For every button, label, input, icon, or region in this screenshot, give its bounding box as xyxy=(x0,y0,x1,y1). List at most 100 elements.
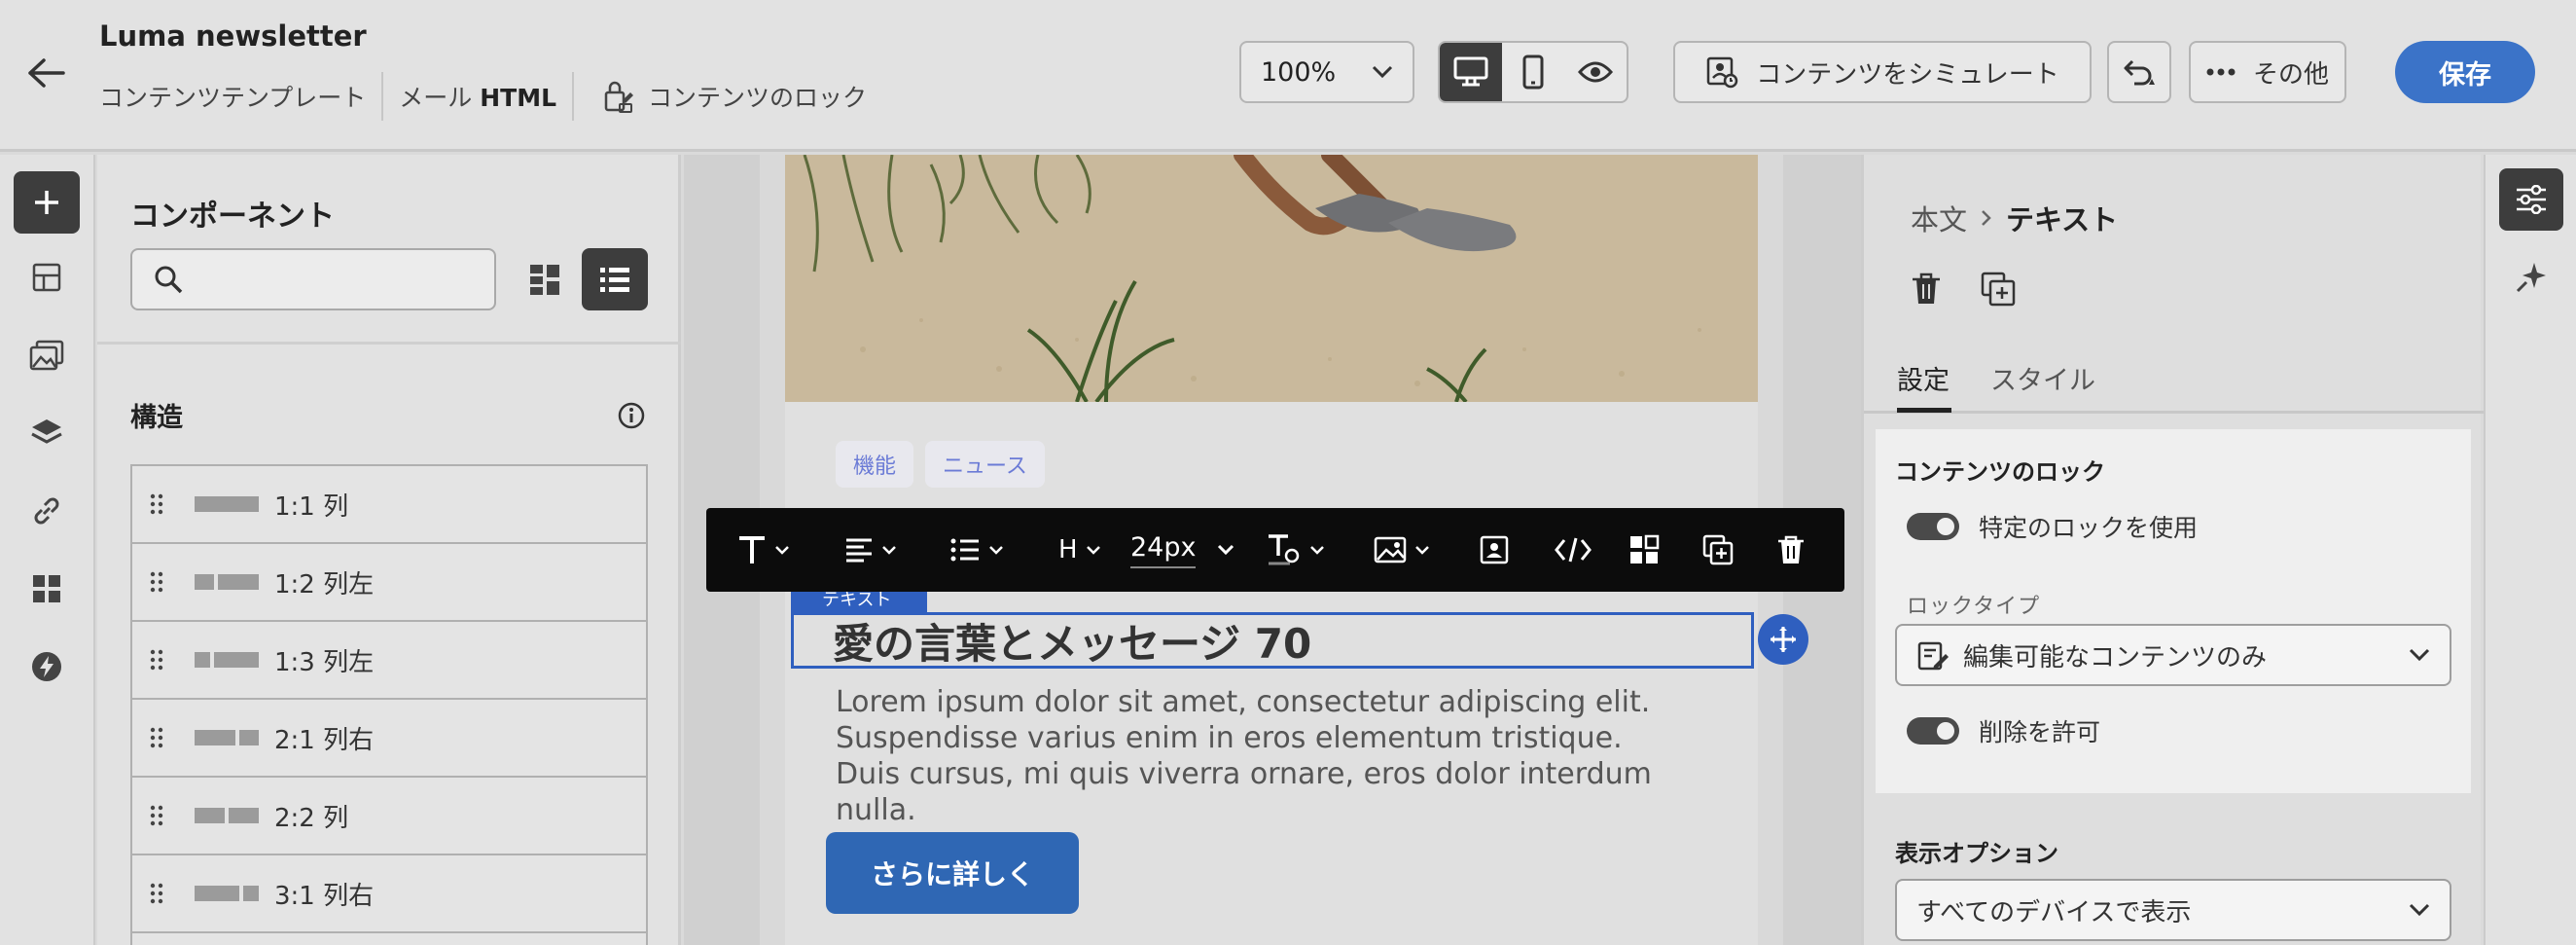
allow-delete-toggle[interactable] xyxy=(1907,717,1959,745)
assets-button[interactable] xyxy=(14,324,80,386)
layout-thumbnail xyxy=(195,574,259,590)
zoom-value: 100% xyxy=(1261,56,1337,88)
simulate-content-button[interactable]: コンテンツをシミュレート xyxy=(1673,41,2092,103)
specific-lock-toggle[interactable] xyxy=(1907,513,1959,540)
zoom-select[interactable]: 100% xyxy=(1239,41,1414,103)
breadcrumb: 本文 テキスト xyxy=(1911,198,2118,238)
tab-settings[interactable]: 設定 xyxy=(1897,359,1950,397)
display-options-value: すべてのデバイスで表示 xyxy=(1916,897,2192,927)
email-body-text[interactable]: Lorem ipsum dolor sit amet, consectetur … xyxy=(836,684,1692,828)
list-view-button[interactable] xyxy=(582,248,648,310)
info-icon[interactable] xyxy=(617,401,646,430)
display-options-select[interactable]: すべてのデバイスで表示 xyxy=(1895,879,2451,941)
mobile-view-button[interactable] xyxy=(1502,43,1564,101)
structure-item-2-1[interactable]: 2:1 列右 xyxy=(132,700,646,778)
desktop-view-button[interactable] xyxy=(1440,43,1502,101)
email-heading[interactable]: 愛の言葉とメッセージ 70 xyxy=(833,611,1311,671)
text-color-dropdown[interactable] xyxy=(1267,508,1325,592)
delete-button[interactable] xyxy=(1776,508,1806,592)
hero-image[interactable] xyxy=(785,155,1758,402)
personalize-button[interactable] xyxy=(1479,508,1510,592)
ai-assistant-button[interactable] xyxy=(2499,246,2563,309)
specific-lock-row: 特定のロックを使用 xyxy=(1907,509,2198,544)
tag-news[interactable]: ニュース xyxy=(925,441,1045,488)
panel-divider xyxy=(97,342,681,345)
fragments-button[interactable] xyxy=(14,246,80,309)
dynamic-content-button[interactable] xyxy=(14,636,80,698)
properties-button[interactable] xyxy=(2499,168,2563,231)
undo-button[interactable] xyxy=(2107,41,2171,103)
structure-item-3-1[interactable]: 3:1 列右 xyxy=(132,855,646,933)
align-dropdown[interactable] xyxy=(844,508,897,592)
align-left-icon xyxy=(844,537,874,563)
display-options-title: 表示オプション xyxy=(1895,840,2058,867)
search-input[interactable] xyxy=(197,266,488,293)
insert-image-dropdown[interactable] xyxy=(1374,508,1430,592)
content-lock-title: コンテンツのロック xyxy=(1895,458,2105,486)
simulate-label: コンテンツをシミュレート xyxy=(1756,59,2059,90)
props-tabs: 設定 スタイル xyxy=(1864,345,2484,414)
move-handle[interactable] xyxy=(1758,614,1808,665)
layers-button[interactable] xyxy=(14,402,80,464)
move-icon xyxy=(1769,625,1798,654)
layout-thumbnail xyxy=(195,652,259,668)
structure-title: 構造 xyxy=(130,403,183,433)
structure-item-1-1[interactable]: 1:1 列 xyxy=(132,466,646,544)
structure-list: 1:1 列 1:2 列左 1:3 列左 2:1 列右 2:2 列 3:1 列右 xyxy=(130,464,648,945)
text-color-icon xyxy=(1267,532,1302,567)
list-view-icon xyxy=(598,265,631,294)
heading-level-dropdown[interactable]: H xyxy=(1058,508,1101,592)
structure-label: 2:2 列 xyxy=(274,803,349,833)
save-button[interactable]: 保存 xyxy=(2395,41,2535,103)
content-lock-link[interactable]: コンテンツのロック xyxy=(603,79,867,114)
back-arrow-icon[interactable] xyxy=(21,51,70,95)
drag-handle-icon xyxy=(150,883,165,904)
component-settings-button[interactable] xyxy=(1628,508,1660,592)
links-button[interactable] xyxy=(14,480,80,542)
chevron-down-icon xyxy=(2409,903,2430,917)
breadcrumb-parent[interactable]: 本文 xyxy=(1911,198,1967,238)
structure-item-partial[interactable] xyxy=(132,933,646,945)
font-size-dropdown[interactable]: 24px xyxy=(1130,508,1234,592)
more-label: その他 xyxy=(2252,59,2329,90)
structure-item-2-2[interactable]: 2:2 列 xyxy=(132,778,646,855)
edit-content-icon xyxy=(1916,638,1950,672)
desktop-icon xyxy=(1453,56,1488,88)
chevron-down-icon xyxy=(1217,544,1234,556)
structure-label: 3:1 列右 xyxy=(274,881,375,911)
structure-item-1-3[interactable]: 1:3 列左 xyxy=(132,622,646,700)
lock-type-label: ロックタイプ xyxy=(1907,595,2041,619)
structure-label: 2:1 列右 xyxy=(274,725,375,755)
chevron-down-icon xyxy=(881,545,897,555)
chevron-down-icon xyxy=(2409,648,2430,662)
preview-button[interactable] xyxy=(1564,43,1627,101)
code-button[interactable] xyxy=(1555,508,1592,592)
format-label: メール HTML xyxy=(399,84,557,112)
structure-item-1-2[interactable]: 1:2 列左 xyxy=(132,544,646,622)
content-lock-card: コンテンツのロック 特定のロックを使用 ロックタイプ 編集可能なコンテンツのみ … xyxy=(1876,429,2471,793)
tab-style[interactable]: スタイル xyxy=(1990,359,2095,397)
chevron-right-icon xyxy=(1981,209,1992,227)
grid-view-button[interactable] xyxy=(516,250,574,309)
selected-text-component[interactable]: 愛の言葉とメッセージ 70 xyxy=(791,612,1754,669)
more-button[interactable]: その他 xyxy=(2189,41,2346,103)
left-rail xyxy=(0,155,95,945)
duplicate-button[interactable] xyxy=(1702,508,1734,592)
list-dropdown[interactable] xyxy=(949,508,1004,592)
drag-handle-icon xyxy=(150,493,165,515)
duplicate-component-button[interactable] xyxy=(1981,272,2016,307)
widgets-button[interactable] xyxy=(14,558,80,620)
tag-features[interactable]: 機能 xyxy=(836,441,914,488)
lock-type-select[interactable]: 編集可能なコンテンツのみ xyxy=(1895,624,2451,686)
cta-button[interactable]: さらに詳しく xyxy=(826,832,1079,914)
drag-handle-icon xyxy=(150,727,165,748)
structure-label: 1:3 列左 xyxy=(274,647,375,677)
device-preview-group xyxy=(1438,41,1628,103)
personalization-icon xyxy=(1479,534,1510,565)
chevron-down-icon xyxy=(1414,545,1430,555)
text-type-icon xyxy=(737,534,767,565)
text-style-dropdown[interactable] xyxy=(737,508,790,592)
add-component-button[interactable] xyxy=(14,171,80,234)
search-icon xyxy=(154,265,183,294)
delete-component-button[interactable] xyxy=(1911,272,1942,307)
